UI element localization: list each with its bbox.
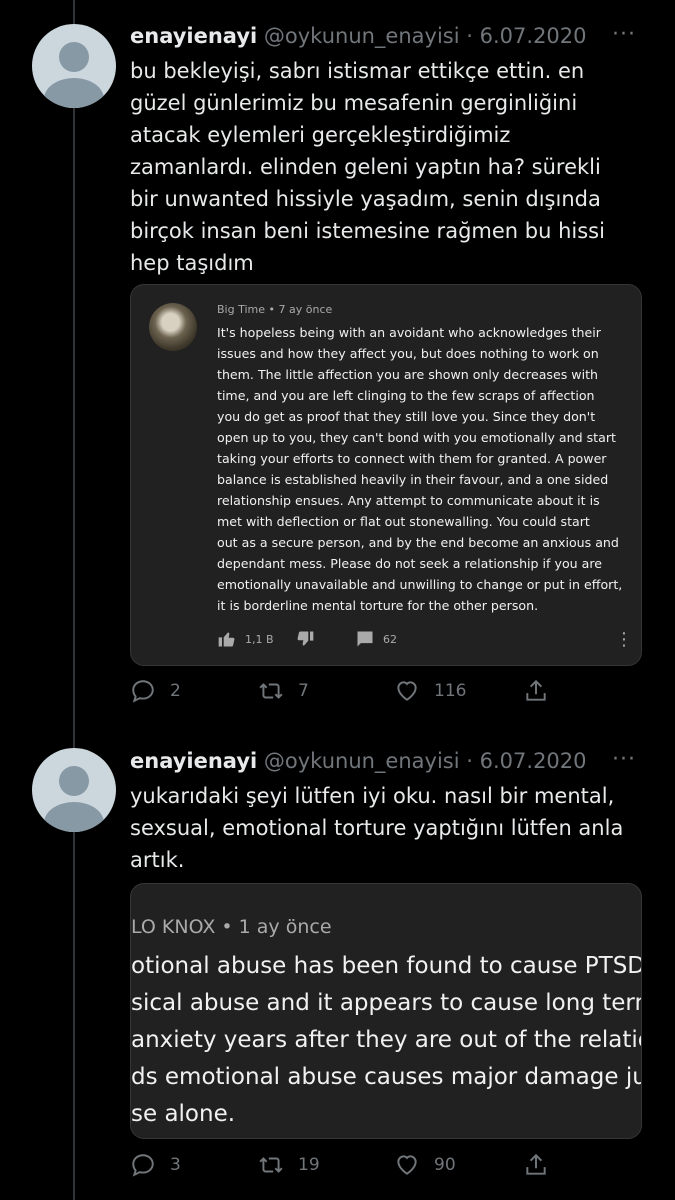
comment-line: issues and how they affect you, but does…	[217, 346, 599, 361]
text-line: zamanlardı. elinden geleni yaptın ha? sü…	[130, 155, 601, 179]
share-button[interactable]	[523, 678, 563, 704]
display-name[interactable]: enayienayi	[130, 749, 257, 773]
more-options-button[interactable]: ···	[612, 22, 636, 47]
comment-replies: 62	[355, 629, 397, 649]
text-line: bu bekleyişi, sabrı istismar ettikçe ett…	[130, 59, 585, 83]
reply-button[interactable]: 3	[130, 1152, 181, 1178]
comment-author: LO KNOX	[131, 916, 216, 938]
tweet-text: yukarıdaki şeyi lütfen iyi oku. nasıl bi…	[130, 780, 640, 876]
default-avatar-head	[59, 766, 89, 796]
thread-line	[73, 0, 75, 1200]
tweet-date[interactable]: 6.07.2020	[480, 749, 587, 773]
handle[interactable]: @oykunun_enayisi	[264, 749, 460, 773]
reply-button[interactable]: 2	[130, 678, 181, 704]
tweet-header: enayienayi @oykunun_enayisi · 6.07.2020	[130, 23, 587, 49]
handle[interactable]: @oykunun_enayisi	[264, 24, 460, 48]
reply-count: 2	[170, 681, 181, 701]
tweet-date[interactable]: 6.07.2020	[480, 24, 587, 48]
reply-icon	[132, 1154, 154, 1177]
comment-dislike	[295, 629, 323, 649]
comment-author: Big Time	[217, 303, 266, 316]
reply-count: 62	[383, 632, 397, 646]
comment-time: 7 ay önce	[278, 303, 333, 316]
avatar[interactable]	[32, 748, 116, 832]
text-line: güzel günlerimiz bu mesafenin gerginliği…	[130, 91, 578, 115]
comment-line: it is borderline mental torture for the …	[217, 598, 539, 613]
media-screenshot-comment[interactable]: LO KNOX • 1 ay önce otional abuse has be…	[130, 883, 642, 1139]
separator: •	[268, 303, 276, 316]
comment-line: otional abuse has been found to cause PT…	[131, 953, 642, 979]
tweet-actions: 2 7 116	[130, 678, 650, 708]
tweet-text: bu bekleyişi, sabrı istismar ettikçe ett…	[130, 55, 640, 279]
comment-line: It's hopeless being with an avoidant who…	[217, 325, 601, 340]
comment-action-bar: 1,1 B 62 ⋮	[217, 629, 633, 651]
comment-line: balance is established heavily in their …	[217, 472, 609, 487]
retweet-button[interactable]: 19	[258, 1152, 320, 1178]
retweet-icon	[259, 683, 283, 699]
comment-bubble-icon	[357, 631, 373, 647]
default-avatar-body	[44, 802, 104, 832]
media-screenshot-comment[interactable]: Big Time • 7 ay önce It's hopeless being…	[130, 284, 642, 666]
comment-line: you do get as proof that they still love…	[217, 409, 596, 424]
comment-time: 1 ay önce	[238, 916, 332, 938]
comment-text: otional abuse has been found to cause PT…	[131, 948, 642, 1133]
like-count: 116	[434, 681, 467, 701]
separator: •	[221, 916, 233, 938]
display-name[interactable]: enayienayi	[130, 24, 257, 48]
comment-line: anxiety years after they are out of the …	[131, 1027, 642, 1053]
text-line: sexsual, emotional torture yaptığını lüt…	[130, 816, 624, 840]
commenter-avatar	[149, 303, 197, 351]
comment-like: 1,1 B	[217, 629, 274, 649]
comment-author-line: Big Time • 7 ay önce	[217, 303, 332, 316]
comment-line: sical abuse and it appears to cause long…	[131, 990, 642, 1016]
heart-icon	[397, 681, 417, 701]
more-options-button[interactable]: ···	[612, 747, 636, 772]
comment-author-line: LO KNOX • 1 ay önce	[131, 916, 332, 938]
heart-icon	[397, 1155, 417, 1175]
comment-line: open up to you, they can't bond with you…	[217, 430, 616, 445]
text-line: artık.	[130, 848, 185, 872]
tweet-actions: 3 19 90	[130, 1152, 650, 1182]
text-line: hep taşıdım	[130, 251, 254, 275]
reply-icon	[132, 680, 154, 703]
separator: ·	[466, 749, 473, 773]
tweet-header: enayienayi @oykunun_enayisi · 6.07.2020	[130, 748, 587, 774]
default-avatar-head	[59, 42, 89, 72]
default-avatar-body	[44, 78, 104, 108]
comment-line: time, and you are left clinging to the f…	[217, 388, 595, 403]
separator: ·	[466, 24, 473, 48]
retweet-button[interactable]: 7	[258, 678, 309, 704]
comment-menu: ⋮	[615, 629, 633, 650]
share-icon	[526, 679, 546, 701]
comment-line: relationship ensues. Any attempt to comm…	[217, 493, 600, 508]
comment-line: se alone.	[131, 1101, 236, 1127]
comment-line: met with deflection or flat out stonewal…	[217, 514, 590, 529]
like-count: 1,1 B	[245, 632, 274, 646]
retweet-count: 7	[298, 681, 309, 701]
thumbs-up-icon	[218, 632, 235, 647]
text-line: bir unwanted hissiyle yaşadım, senin dış…	[130, 187, 601, 211]
like-count: 90	[434, 1155, 456, 1175]
reply-count: 3	[170, 1155, 181, 1175]
avatar[interactable]	[32, 24, 116, 108]
comment-text: It's hopeless being with an avoidant who…	[217, 322, 627, 616]
text-line: birçok insan beni istemesine rağmen bu h…	[130, 219, 605, 243]
comment-line: ds emotional abuse causes major damage j…	[131, 1064, 642, 1090]
thumbs-down-icon	[297, 631, 314, 646]
like-button[interactable]: 90	[394, 1152, 456, 1178]
comment-line: out as a secure person, and by the end b…	[217, 535, 619, 550]
share-button[interactable]	[523, 1152, 563, 1178]
like-button[interactable]: 116	[394, 678, 466, 704]
retweet-count: 19	[298, 1155, 320, 1175]
retweet-icon	[259, 1157, 283, 1173]
share-icon	[526, 1153, 546, 1175]
comment-line: emotionally unavailable and unwilling to…	[217, 577, 623, 592]
text-line: atacak eylemleri gerçekleştirdiğimiz	[130, 123, 511, 147]
comment-line: taking your efforts to connect with them…	[217, 451, 607, 466]
comment-line: them. The little affection you are shown…	[217, 367, 598, 382]
text-line: yukarıdaki şeyi lütfen iyi oku. nasıl bi…	[130, 784, 615, 808]
comment-line: dependant mess. Please do not seek a rel…	[217, 556, 602, 571]
